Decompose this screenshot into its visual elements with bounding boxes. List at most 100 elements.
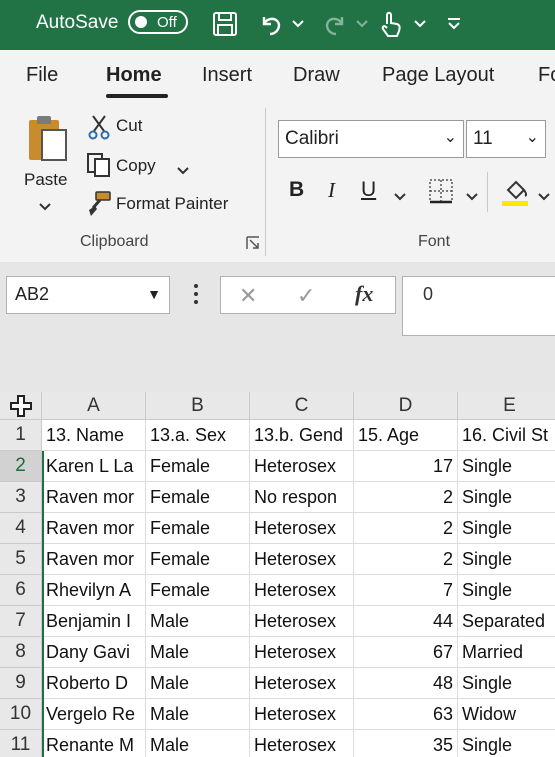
insert-function-button[interactable]: fx xyxy=(355,281,373,307)
table-cell[interactable]: Raven mor xyxy=(42,513,146,544)
table-cell[interactable]: Single xyxy=(458,451,555,482)
table-cell[interactable]: Karen L La xyxy=(42,451,146,482)
underline-dropdown-icon[interactable] xyxy=(394,188,406,206)
copy-button[interactable]: Copy xyxy=(84,152,194,182)
table-cell[interactable]: Heterosex xyxy=(250,699,354,730)
table-cell[interactable]: Heterosex xyxy=(250,668,354,699)
table-cell[interactable]: 16. Civil St xyxy=(458,420,555,451)
table-cell[interactable]: 13.b. Gend xyxy=(250,420,354,451)
table-cell[interactable]: Male xyxy=(146,699,250,730)
undo-icon[interactable] xyxy=(256,10,286,38)
bold-button[interactable]: B xyxy=(289,178,304,202)
table-cell[interactable]: Raven mor xyxy=(42,482,146,513)
column-header-e[interactable]: E xyxy=(458,392,555,420)
fill-color-icon[interactable] xyxy=(502,176,530,211)
table-cell[interactable]: Female xyxy=(146,482,250,513)
touch-dropdown-icon[interactable] xyxy=(412,10,428,38)
formula-input[interactable]: 0 xyxy=(402,276,555,336)
table-cell[interactable]: 17 xyxy=(354,451,458,482)
table-cell[interactable]: 44 xyxy=(354,606,458,637)
tab-insert[interactable]: Insert xyxy=(202,64,252,87)
table-cell[interactable]: Female xyxy=(146,544,250,575)
tab-file[interactable]: File xyxy=(26,64,58,87)
table-cell[interactable]: Widow xyxy=(458,699,555,730)
table-cell[interactable]: Single xyxy=(458,575,555,606)
table-cell[interactable]: Renante M xyxy=(42,730,146,757)
font-name-select[interactable]: Calibri ⌄ xyxy=(278,120,464,158)
enter-icon[interactable]: ✓ xyxy=(297,283,315,309)
table-cell[interactable]: 13.a. Sex xyxy=(146,420,250,451)
table-cell[interactable]: Raven mor xyxy=(42,544,146,575)
table-cell[interactable]: Rhevilyn A xyxy=(42,575,146,606)
row-header[interactable]: 11 xyxy=(0,730,42,757)
row-header[interactable]: 1 xyxy=(0,420,42,451)
borders-dropdown-icon[interactable] xyxy=(466,188,478,206)
customize-qat-icon[interactable] xyxy=(444,10,464,38)
borders-icon[interactable] xyxy=(428,178,454,209)
more-options-icon[interactable] xyxy=(192,282,200,311)
table-cell[interactable]: Married xyxy=(458,637,555,668)
row-header[interactable]: 10 xyxy=(0,699,42,730)
row-header[interactable]: 7 xyxy=(0,606,42,637)
column-header-d[interactable]: D xyxy=(354,392,458,420)
table-cell[interactable]: Single xyxy=(458,544,555,575)
italic-button[interactable]: I xyxy=(328,178,335,203)
copy-dropdown-icon[interactable] xyxy=(177,162,189,180)
table-cell[interactable]: Male xyxy=(146,668,250,699)
table-cell[interactable]: 7 xyxy=(354,575,458,606)
row-header[interactable]: 6 xyxy=(0,575,42,606)
table-cell[interactable]: No respon xyxy=(250,482,354,513)
table-cell[interactable]: Heterosex xyxy=(250,606,354,637)
touch-mode-icon[interactable] xyxy=(376,10,406,38)
autosave-toggle[interactable]: Off xyxy=(128,10,188,34)
undo-dropdown-icon[interactable] xyxy=(290,10,306,38)
save-icon[interactable] xyxy=(210,10,240,38)
table-cell[interactable]: Single xyxy=(458,668,555,699)
tab-home[interactable]: Home xyxy=(106,64,162,87)
redo-icon[interactable] xyxy=(320,10,350,38)
table-cell[interactable]: 13. Name xyxy=(42,420,146,451)
row-header[interactable]: 2 xyxy=(0,451,42,482)
table-cell[interactable]: Separated xyxy=(458,606,555,637)
paste-dropdown-icon[interactable] xyxy=(39,198,51,216)
table-cell[interactable]: Benjamin I xyxy=(42,606,146,637)
table-cell[interactable]: 35 xyxy=(354,730,458,757)
clipboard-launcher-icon[interactable] xyxy=(246,236,260,255)
table-cell[interactable]: Single xyxy=(458,730,555,757)
row-header[interactable]: 5 xyxy=(0,544,42,575)
table-cell[interactable]: 67 xyxy=(354,637,458,668)
row-header[interactable]: 8 xyxy=(0,637,42,668)
column-header-a[interactable]: A xyxy=(42,392,146,420)
table-cell[interactable]: 2 xyxy=(354,482,458,513)
table-cell[interactable]: Heterosex xyxy=(250,513,354,544)
select-all-button[interactable] xyxy=(0,392,42,420)
table-cell[interactable]: 2 xyxy=(354,513,458,544)
fill-color-dropdown-icon[interactable] xyxy=(538,188,550,206)
row-header[interactable]: 4 xyxy=(0,513,42,544)
redo-dropdown-icon[interactable] xyxy=(354,10,370,38)
tab-formulas[interactable]: Fo xyxy=(538,64,555,87)
table-cell[interactable]: Female xyxy=(146,513,250,544)
tab-page-layout[interactable]: Page Layout xyxy=(382,64,494,87)
name-box[interactable]: AB2 ▼ xyxy=(6,276,170,314)
table-cell[interactable]: Heterosex xyxy=(250,451,354,482)
row-header[interactable]: 9 xyxy=(0,668,42,699)
paste-button[interactable]: Paste xyxy=(20,114,74,214)
table-cell[interactable]: Single xyxy=(458,513,555,544)
format-painter-button[interactable]: Format Painter xyxy=(84,190,244,220)
table-cell[interactable]: Roberto D xyxy=(42,668,146,699)
table-cell[interactable]: Heterosex xyxy=(250,637,354,668)
table-cell[interactable]: Male xyxy=(146,637,250,668)
underline-button[interactable]: U xyxy=(361,178,376,202)
table-cell[interactable]: Male xyxy=(146,606,250,637)
table-cell[interactable]: Female xyxy=(146,575,250,606)
table-cell[interactable]: 48 xyxy=(354,668,458,699)
table-cell[interactable]: Heterosex xyxy=(250,730,354,757)
table-cell[interactable]: Heterosex xyxy=(250,575,354,606)
cut-button[interactable]: Cut xyxy=(86,112,156,142)
table-cell[interactable]: Male xyxy=(146,730,250,757)
column-header-c[interactable]: C xyxy=(250,392,354,420)
table-cell[interactable]: 2 xyxy=(354,544,458,575)
table-cell[interactable]: 63 xyxy=(354,699,458,730)
font-size-select[interactable]: 11 ⌄ xyxy=(466,120,546,158)
